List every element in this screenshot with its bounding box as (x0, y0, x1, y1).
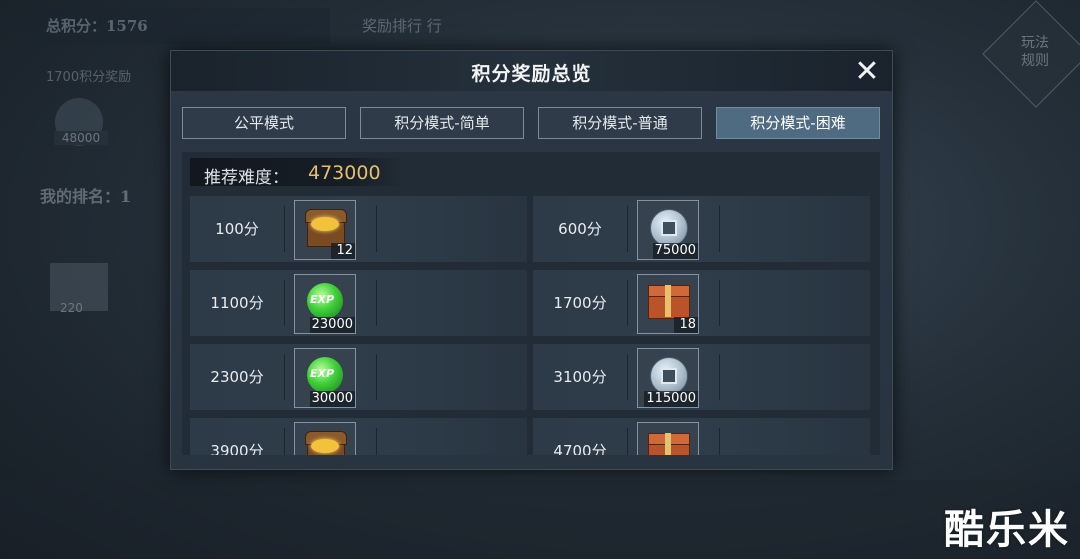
reward-row: 2300分 EXP 30000 (190, 344, 527, 410)
reward-item[interactable] (637, 422, 699, 455)
exp-orb-icon: EXP (303, 281, 347, 321)
reward-points: 1700分 (553, 294, 607, 312)
reward-points: 3900分 (210, 442, 264, 455)
item-quantity: 75000 (652, 243, 698, 259)
reward-item[interactable]: 18 (637, 274, 699, 334)
coin-value: 48000 (54, 131, 108, 145)
item-quantity: 115000 (644, 391, 698, 407)
red-chest-icon (646, 429, 690, 455)
reward-row: 4700分 (533, 418, 870, 455)
my-rank: 我的排名：1 (40, 187, 132, 206)
reward-item[interactable]: 12 (294, 200, 356, 260)
reward-row: 3100分 115000 (533, 344, 870, 410)
reward-points: 100分 (215, 220, 259, 238)
difficulty-label: 推荐难度： (204, 168, 289, 188)
tab-score-normal[interactable]: 积分模式-普通 (538, 107, 702, 139)
difficulty-banner: 推荐难度： 473000 (190, 158, 402, 188)
silver-coin-icon (646, 207, 690, 247)
item-quantity: 23000 (309, 317, 355, 333)
card-value: 220 (60, 301, 83, 315)
reward-row: 1700分 18 (533, 270, 870, 336)
reward-points: 600分 (558, 220, 602, 238)
rules-label: 玩法规则 (1021, 35, 1049, 69)
watermark-logo: 酷乐米 (944, 507, 1070, 553)
rank-tab: 奖励排行 行 (362, 17, 442, 35)
red-chest-icon (646, 281, 690, 321)
tab-fair-mode[interactable]: 公平模式 (182, 107, 346, 139)
bottom-strip (0, 480, 1080, 559)
close-button[interactable]: ✕ (850, 55, 884, 89)
reward-row: 3900分 (190, 418, 527, 455)
reward-overview-dialog: 积分奖励总览 ✕ 公平模式 积分模式-简单 积分模式-普通 积分模式-困难 推荐… (170, 50, 893, 470)
reward-item[interactable]: EXP 30000 (294, 348, 356, 408)
reward-row: 100分 12 (190, 196, 527, 262)
total-score: 总积分：1576 (46, 17, 148, 35)
reward-list[interactable]: 推荐难度： 473000 100分 12 600分 75000 1100分 EX… (182, 152, 880, 455)
reward-points: 4700分 (553, 442, 607, 455)
reward-item[interactable]: EXP 23000 (294, 274, 356, 334)
reward-points: 3100分 (553, 368, 607, 386)
reward-item[interactable]: 115000 (637, 348, 699, 408)
reward-points: 2300分 (210, 368, 264, 386)
reward-row: 1100分 EXP 23000 (190, 270, 527, 336)
silver-coin-icon (646, 355, 690, 395)
reward-line: 1700积分奖励 (46, 70, 132, 85)
item-quantity: 30000 (309, 391, 355, 407)
exp-orb-icon: EXP (303, 355, 347, 395)
gold-chest-icon (303, 207, 347, 247)
item-quantity: 18 (674, 317, 698, 333)
tab-score-hard[interactable]: 积分模式-困难 (716, 107, 880, 139)
item-quantity: 12 (331, 243, 355, 259)
reward-item[interactable]: 75000 (637, 200, 699, 260)
reward-row: 600分 75000 (533, 196, 870, 262)
reward-item[interactable] (294, 422, 356, 455)
dialog-title: 积分奖励总览 (471, 63, 592, 85)
dialog-header: 积分奖励总览 ✕ (171, 51, 892, 91)
mode-tabs: 公平模式 积分模式-简单 积分模式-普通 积分模式-困难 (182, 107, 880, 141)
tab-score-easy[interactable]: 积分模式-简单 (360, 107, 524, 139)
gold-chest-icon (303, 429, 347, 455)
reward-points: 1100分 (210, 294, 264, 312)
difficulty-value: 473000 (308, 162, 381, 184)
